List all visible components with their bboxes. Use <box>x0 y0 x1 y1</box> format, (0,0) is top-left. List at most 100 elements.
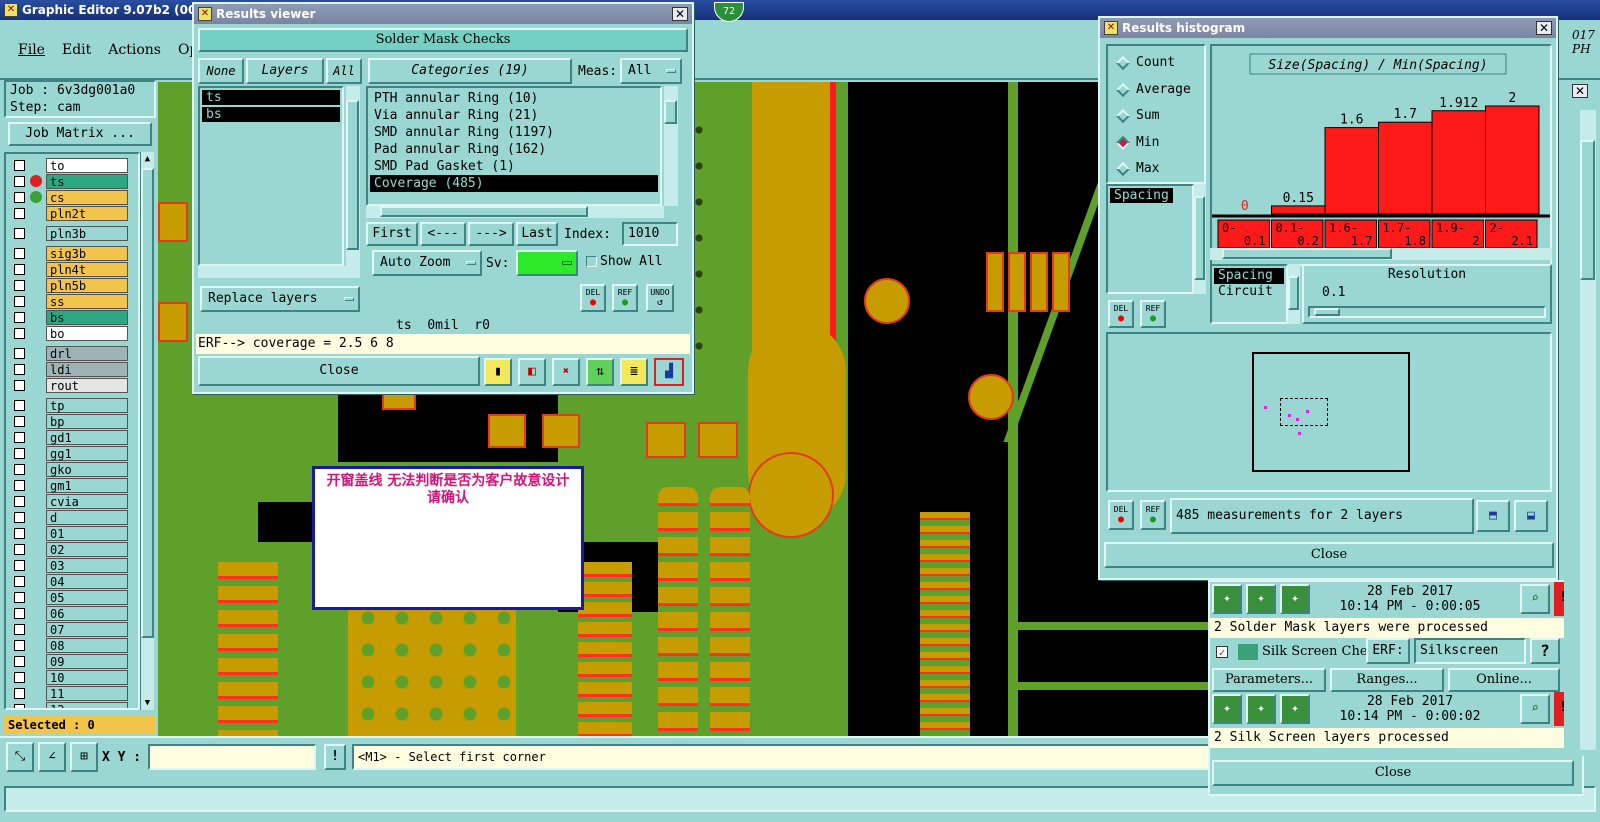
xy-input[interactable] <box>148 744 316 770</box>
layer-row-10[interactable]: bo <box>10 326 128 341</box>
warning-button[interactable]: ! <box>324 744 346 770</box>
layer-checkbox[interactable] <box>14 208 25 219</box>
layer-row-18[interactable]: gko <box>10 462 128 477</box>
layer-row-7[interactable]: pln5b <box>10 278 128 293</box>
categories-scrollbar[interactable] <box>664 86 678 206</box>
results-viewer-close-button[interactable]: Close <box>198 356 480 386</box>
histogram-bar[interactable] <box>1431 110 1486 215</box>
category-item[interactable]: PTH annular Ring (10) <box>370 90 658 107</box>
layer-row-19[interactable]: gm1 <box>10 478 128 493</box>
undo-button[interactable]: UNDO ↺ <box>646 284 674 312</box>
menu-file[interactable]: File <box>18 42 45 58</box>
layer-checkbox[interactable] <box>14 380 25 391</box>
layer-row-14[interactable]: tp <box>10 398 128 413</box>
preview-ref-button[interactable]: REF ● <box>1140 500 1166 530</box>
layer-checkbox[interactable] <box>14 624 25 635</box>
histogram-icon[interactable]: ▟ <box>654 358 684 386</box>
zoom-window-icon[interactable]: ⤡ <box>6 742 34 772</box>
layer-checkbox[interactable] <box>14 560 25 571</box>
silk-enable-checkbox[interactable]: ✓ <box>1216 646 1228 658</box>
layer-checkbox[interactable] <box>14 192 25 203</box>
layer-row-11[interactable]: drl <box>10 346 128 361</box>
zoom-results-icon[interactable]: ⌕ <box>1520 584 1550 614</box>
layer-checkbox[interactable] <box>14 280 25 291</box>
histogram-ref-button[interactable]: REF ● <box>1140 300 1166 328</box>
layer-row-4[interactable]: pln3b <box>10 226 128 241</box>
category-item[interactable]: SMD Pad Gasket (1) <box>370 158 658 175</box>
categories-listbox[interactable]: PTH annular Ring (10) Via annular Ring (2… <box>366 86 662 206</box>
ref-button[interactable]: REF ● <box>612 284 638 312</box>
layer-item-ts[interactable]: ts <box>202 90 340 105</box>
no-ref-icon[interactable]: ✖ <box>552 358 580 386</box>
layer-checkbox[interactable] <box>14 496 25 507</box>
import-icon[interactable]: ⬓ <box>1514 500 1548 532</box>
layer-checkbox[interactable] <box>14 608 25 619</box>
del-button[interactable]: DEL ● <box>580 284 606 312</box>
layer-row-0[interactable]: to <box>10 158 128 173</box>
layer-row-29[interactable]: 08 <box>10 638 128 653</box>
layer-checkbox[interactable] <box>14 312 25 323</box>
categories-hscrollbar[interactable] <box>366 206 664 218</box>
layer-row-23[interactable]: 02 <box>10 542 128 557</box>
layer-checkbox[interactable] <box>14 176 25 187</box>
zoom-results-icon-2[interactable]: ⌕ <box>1520 694 1550 724</box>
radio-indicator[interactable] <box>1115 135 1131 150</box>
layer-list-scrollbar[interactable]: ▲ ▼ <box>140 152 154 710</box>
grid-icon[interactable]: ⊞ <box>70 742 98 772</box>
radio-indicator[interactable] <box>1115 82 1131 97</box>
layer-checkbox[interactable] <box>14 480 25 491</box>
index-input[interactable]: 1010 <box>622 222 678 246</box>
layer-checkbox[interactable] <box>14 400 25 411</box>
chart-hscrollbar[interactable] <box>1210 248 1552 260</box>
erf-input[interactable]: Silkscreen <box>1414 638 1526 664</box>
radio-indicator[interactable] <box>1115 55 1131 71</box>
layer-row-33[interactable]: 12 <box>10 702 128 708</box>
run-icon-2[interactable]: ✦ <box>1212 694 1242 724</box>
layer-checkbox[interactable] <box>14 576 25 587</box>
layer-checkbox[interactable] <box>14 592 25 603</box>
layer-row-22[interactable]: 01 <box>10 526 128 541</box>
category-item[interactable]: Coverage (485) <box>370 175 658 192</box>
parameters-button[interactable]: Parameters... <box>1212 668 1326 692</box>
layer-checkbox[interactable] <box>14 248 25 259</box>
layer-row-2[interactable]: cs <box>10 190 128 205</box>
report-icon[interactable]: ≣ <box>620 358 648 386</box>
layer-row-25[interactable]: 04 <box>10 574 128 589</box>
layer-checkbox[interactable] <box>14 296 25 307</box>
measure-scrollbar[interactable] <box>1194 184 1206 294</box>
ranges-button[interactable]: Ranges... <box>1330 668 1444 692</box>
menu-edit[interactable]: Edit <box>62 42 91 58</box>
layers-hscrollbar[interactable] <box>198 266 360 278</box>
flag-icon[interactable]: ◧ <box>518 358 546 386</box>
histogram-bar[interactable] <box>1324 127 1379 215</box>
layer-checkbox[interactable] <box>14 432 25 443</box>
resolution-item-spacing[interactable]: Spacing <box>1214 268 1284 284</box>
show-all-checkbox[interactable] <box>586 256 597 267</box>
sv-color-dropdown[interactable] <box>516 250 578 276</box>
layer-checkbox[interactable] <box>14 640 25 651</box>
layer-checkbox[interactable] <box>14 672 25 683</box>
auto-zoom-dropdown[interactable]: Auto Zoom <box>372 250 482 276</box>
meas-dropdown[interactable]: All <box>620 58 682 84</box>
layers-scrollbar[interactable] <box>346 86 360 266</box>
close-icon[interactable]: ✕ <box>1572 84 1588 98</box>
layer-row-26[interactable]: 05 <box>10 590 128 605</box>
preview-del-button[interactable]: DEL ● <box>1108 500 1134 530</box>
layer-checkbox[interactable] <box>14 544 25 555</box>
layer-row-8[interactable]: ss <box>10 294 128 309</box>
layer-checkbox[interactable] <box>14 528 25 539</box>
first-button[interactable]: First <box>366 222 418 246</box>
layer-row-21[interactable]: d <box>10 510 128 525</box>
radio-indicator[interactable] <box>1115 108 1131 124</box>
layer-checkbox[interactable] <box>14 464 25 475</box>
stop-icon[interactable]: ✦ <box>1280 584 1310 614</box>
layer-row-30[interactable]: 09 <box>10 654 128 669</box>
stop-icon-2[interactable]: ✦ <box>1280 694 1310 724</box>
histogram-bar[interactable] <box>1485 105 1540 215</box>
layer-item-bs[interactable]: bs <box>202 107 340 122</box>
mode-radio-min[interactable]: Min <box>1114 134 1204 154</box>
layer-checkbox[interactable] <box>14 656 25 667</box>
measure-icon[interactable]: ∠ <box>38 742 66 772</box>
run-all-icon[interactable]: ✦ <box>1246 584 1276 614</box>
scroll-up-arrow-icon[interactable]: ▲ <box>142 153 153 165</box>
